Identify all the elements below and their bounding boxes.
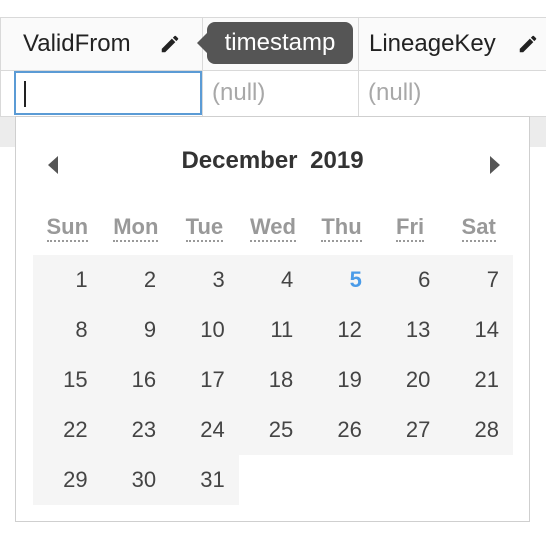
calendar-day[interactable]: 4 <box>238 255 308 305</box>
calendar-day[interactable]: 22 <box>33 405 102 455</box>
weekday-label: Sun <box>33 214 102 248</box>
calendar-day[interactable]: 15 <box>33 355 102 405</box>
calendar-empty-cell <box>376 455 445 505</box>
calendar-day[interactable]: 23 <box>101 405 171 455</box>
calendar-day[interactable]: 6 <box>375 255 445 305</box>
column-header-label: LineageKey <box>369 30 496 57</box>
date-edit-input[interactable] <box>14 71 202 115</box>
weekday-label: Fri <box>376 214 445 248</box>
weekday-label: Mon <box>102 214 171 248</box>
calendar-day[interactable]: 25 <box>238 405 308 455</box>
calendar-week: 29 30 31 <box>33 455 513 505</box>
data-grid: ValidFrom LineageKey timestamp (null) (n… <box>0 0 546 118</box>
year-label[interactable]: 2019 <box>310 147 363 174</box>
calendar-empty-cell <box>307 455 376 505</box>
datepicker-title: December 2019 <box>16 147 529 175</box>
calendar-day[interactable]: 24 <box>170 405 239 455</box>
calendar-day[interactable]: 13 <box>375 305 445 355</box>
triangle-right-icon[interactable] <box>484 154 504 176</box>
cell-lineagekey[interactable]: (null) <box>358 70 546 116</box>
weekday-label: Sat <box>444 214 513 248</box>
calendar-day[interactable]: 14 <box>444 305 513 355</box>
calendar-day[interactable]: 26 <box>307 405 376 455</box>
calendar-day[interactable]: 11 <box>238 305 308 355</box>
calendar-day[interactable]: 19 <box>307 355 376 405</box>
calendar-week: 1234567 <box>33 255 513 305</box>
weekday-header: Sun Mon Tue Wed Thu Fri Sat <box>33 214 513 248</box>
calendar-day[interactable]: 1 <box>33 255 102 305</box>
column-header-label: ValidFrom <box>23 30 131 57</box>
pencil-icon[interactable] <box>159 33 181 55</box>
weekday-label: Thu <box>307 214 376 248</box>
calendar-empty-cell <box>239 455 308 505</box>
column-header-validfrom[interactable]: ValidFrom <box>0 18 202 70</box>
calendar-day[interactable]: 17 <box>170 355 239 405</box>
calendar-day[interactable]: 3 <box>170 255 239 305</box>
calendar-day[interactable]: 2 <box>101 255 171 305</box>
calendar-day[interactable]: 28 <box>444 405 513 455</box>
calendar-day[interactable]: 29 <box>33 455 102 505</box>
calendar-week: 15 16 17 18 19 20 21 <box>33 355 513 405</box>
weekday-label: Tue <box>170 214 239 248</box>
calendar-day[interactable]: 21 <box>444 355 513 405</box>
calendar-days: 1 2 3 4 5 6 7 8 9 10 11 12 13 14 15 16 17 18 19 20 21 22 23 24 2… <box>33 255 513 505</box>
calendar-day[interactable]: 18 <box>238 355 308 405</box>
weekday-label: Wed <box>239 214 308 248</box>
calendar-empty-cell <box>444 455 513 505</box>
text-caret <box>24 81 26 107</box>
column-header-lineagekey[interactable]: LineageKey <box>358 18 546 70</box>
calendar-week: 8 9 10 11 12 13 14 <box>33 305 513 355</box>
datepicker-popup: December 2019 Sun Mon Tue Wed Thu Fri Sa… <box>15 116 530 522</box>
calendar-week: 22 23 24 25 26 27 28 <box>33 405 513 455</box>
calendar-day[interactable]: 30 <box>101 455 171 505</box>
column-type-tooltip: timestamp <box>197 22 353 64</box>
calendar-day[interactable]: 7 <box>444 255 513 305</box>
calendar-day-today[interactable]: 5 <box>307 255 376 305</box>
calendar-day[interactable]: 27 <box>375 405 445 455</box>
calendar-day[interactable]: 9 <box>101 305 171 355</box>
calendar-day[interactable]: 10 <box>170 305 239 355</box>
pencil-icon[interactable] <box>517 33 539 55</box>
calendar-day[interactable]: 12 <box>307 305 376 355</box>
calendar-day[interactable]: 20 <box>375 355 445 405</box>
calendar-day[interactable]: 31 <box>170 455 239 505</box>
calendar-day[interactable]: 8 <box>33 305 102 355</box>
calendar-day[interactable]: 16 <box>101 355 171 405</box>
month-label[interactable]: December <box>181 147 297 174</box>
cell-value[interactable]: (null) <box>202 70 358 116</box>
